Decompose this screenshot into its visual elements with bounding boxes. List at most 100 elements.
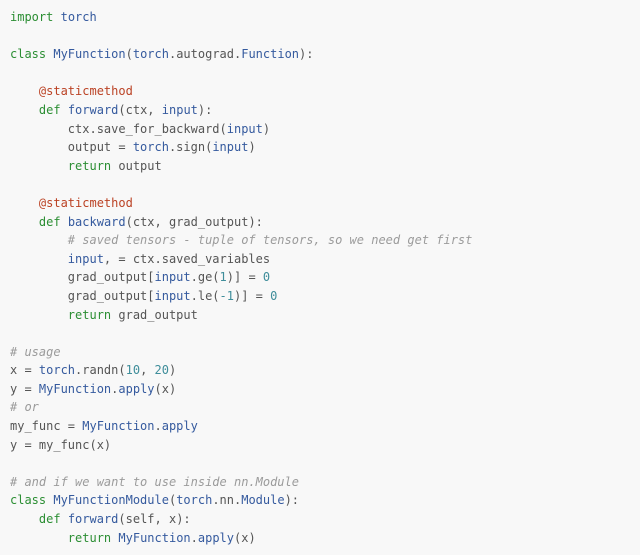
code-line bbox=[10, 324, 630, 343]
code-line bbox=[10, 27, 630, 46]
code-token: ) bbox=[263, 122, 270, 136]
code-block: import torch class MyFunction(torch.auto… bbox=[10, 8, 630, 547]
code-line: # or bbox=[10, 398, 630, 417]
code-token: input bbox=[155, 289, 191, 303]
code-token: 0 bbox=[270, 289, 277, 303]
code-token: apply bbox=[118, 382, 154, 396]
code-line bbox=[10, 175, 630, 194]
code-line: grad_output[input.ge(1)] = 0 bbox=[10, 268, 630, 287]
code-token: y = my_func(x) bbox=[10, 438, 111, 452]
code-token: torch bbox=[133, 47, 169, 61]
code-token: 0 bbox=[263, 270, 270, 284]
code-token: .nn. bbox=[212, 493, 241, 507]
code-line: import torch bbox=[10, 8, 630, 27]
code-token: ): bbox=[285, 493, 299, 507]
code-token: output bbox=[111, 159, 162, 173]
code-token bbox=[53, 10, 60, 24]
code-token: forward bbox=[68, 103, 119, 117]
code-token bbox=[61, 512, 68, 526]
code-token: return bbox=[68, 159, 111, 173]
code-token: grad_output[ bbox=[68, 270, 155, 284]
code-token: MyFunction bbox=[82, 419, 154, 433]
code-line: @staticmethod bbox=[10, 194, 630, 213]
code-line: output = torch.sign(input) bbox=[10, 138, 630, 157]
code-token bbox=[10, 66, 17, 80]
code-token: # and if we want to use inside nn.Module bbox=[10, 475, 299, 489]
code-token bbox=[10, 177, 17, 191]
code-token: @staticmethod bbox=[39, 84, 133, 98]
code-token: def bbox=[39, 103, 61, 117]
code-token: @staticmethod bbox=[39, 196, 133, 210]
code-token: )] = bbox=[234, 289, 270, 303]
code-line: grad_output[input.le(-1)] = 0 bbox=[10, 287, 630, 306]
code-token bbox=[10, 456, 17, 470]
code-line: y = my_func(x) bbox=[10, 436, 630, 455]
code-token: , = ctx.saved_variables bbox=[104, 252, 270, 266]
code-token: forward bbox=[68, 512, 119, 526]
code-token: input bbox=[68, 252, 104, 266]
code-token: .le( bbox=[191, 289, 220, 303]
code-token: torch bbox=[176, 493, 212, 507]
code-line: my_func = MyFunction.apply bbox=[10, 417, 630, 436]
code-token bbox=[61, 215, 68, 229]
code-line: return output bbox=[10, 157, 630, 176]
code-token: , bbox=[140, 363, 154, 377]
code-token: backward bbox=[68, 215, 126, 229]
code-token: .randn( bbox=[75, 363, 126, 377]
code-token: .sign( bbox=[169, 140, 212, 154]
code-token: x = bbox=[10, 363, 39, 377]
code-token: # or bbox=[10, 400, 39, 414]
code-token: (x) bbox=[234, 531, 256, 545]
code-token: return bbox=[68, 531, 111, 545]
code-line: input, = ctx.saved_variables bbox=[10, 250, 630, 269]
code-line: @staticmethod bbox=[10, 82, 630, 101]
code-line: return grad_output bbox=[10, 306, 630, 325]
code-token: apply bbox=[162, 419, 198, 433]
code-token: MyFunction bbox=[53, 47, 125, 61]
code-token bbox=[10, 326, 17, 340]
code-token: grad_output[ bbox=[68, 289, 155, 303]
code-token: y = bbox=[10, 382, 39, 396]
code-token: class bbox=[10, 493, 46, 507]
code-token: 1 bbox=[220, 270, 227, 284]
code-token: MyFunction bbox=[118, 531, 190, 545]
code-token: Function bbox=[241, 47, 299, 61]
code-line: def backward(ctx, grad_output): bbox=[10, 213, 630, 232]
code-token: ): bbox=[198, 103, 212, 117]
code-token: grad_output bbox=[111, 308, 198, 322]
code-token: torch bbox=[133, 140, 169, 154]
code-line: # usage bbox=[10, 343, 630, 362]
code-line: y = MyFunction.apply(x) bbox=[10, 380, 630, 399]
code-token: (x) bbox=[155, 382, 177, 396]
code-token: input bbox=[227, 122, 263, 136]
code-token: apply bbox=[198, 531, 234, 545]
code-token: MyFunctionModule bbox=[53, 493, 169, 507]
code-token: torch bbox=[61, 10, 97, 24]
code-token: )] = bbox=[227, 270, 263, 284]
code-token: ( bbox=[126, 47, 133, 61]
code-token: .ge( bbox=[191, 270, 220, 284]
code-line bbox=[10, 454, 630, 473]
code-line: x = torch.randn(10, 20) bbox=[10, 361, 630, 380]
code-token: input bbox=[162, 103, 198, 117]
code-token: . bbox=[155, 419, 162, 433]
code-line: def forward(ctx, input): bbox=[10, 101, 630, 120]
code-token: ctx.save_for_backward( bbox=[68, 122, 227, 136]
code-token: MyFunction bbox=[39, 382, 111, 396]
code-token: my_func = bbox=[10, 419, 82, 433]
code-token: def bbox=[39, 215, 61, 229]
code-token: return bbox=[68, 308, 111, 322]
code-line: class MyFunctionModule(torch.nn.Module): bbox=[10, 491, 630, 510]
code-line: return MyFunction.apply(x) bbox=[10, 529, 630, 548]
code-token: torch bbox=[39, 363, 75, 377]
code-token: # usage bbox=[10, 345, 61, 359]
code-token bbox=[61, 103, 68, 117]
code-line: class MyFunction(torch.autograd.Function… bbox=[10, 45, 630, 64]
code-line: # and if we want to use inside nn.Module bbox=[10, 473, 630, 492]
code-token: 20 bbox=[155, 363, 169, 377]
code-token: (self, x): bbox=[118, 512, 190, 526]
code-token: ) bbox=[169, 363, 176, 377]
code-line: def forward(self, x): bbox=[10, 510, 630, 529]
code-token bbox=[10, 29, 17, 43]
code-line: # saved tensors - tuple of tensors, so w… bbox=[10, 231, 630, 250]
